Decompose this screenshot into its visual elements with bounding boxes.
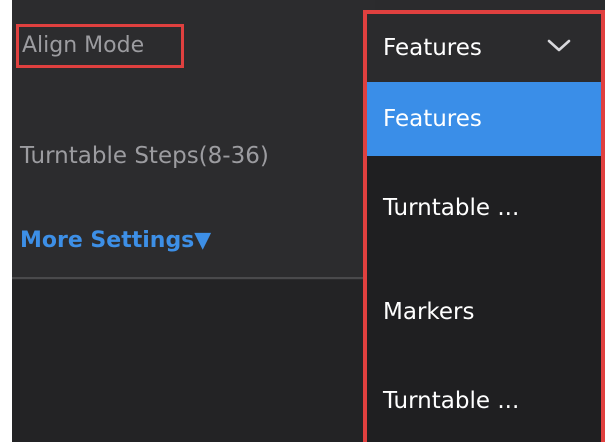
turntable-steps-label: Turntable Steps(8-36) xyxy=(20,143,269,169)
more-settings-link[interactable]: More Settings▼ xyxy=(20,225,211,257)
chevron-down-icon[interactable] xyxy=(547,38,571,54)
option-markers[interactable]: Markers xyxy=(367,275,601,349)
align-mode-dropdown[interactable]: Features Features Turntable ... Markers … xyxy=(363,10,605,442)
option-turntable-1[interactable]: Turntable ... xyxy=(367,171,601,245)
option-features[interactable]: Features xyxy=(367,82,601,156)
settings-area: Align Mode Turntable Steps(8-36) More Se… xyxy=(12,0,375,278)
selected-value: Features xyxy=(383,35,482,61)
align-mode-select[interactable]: Features xyxy=(367,14,601,82)
option-turntable-2[interactable]: Turntable ... xyxy=(367,364,601,438)
align-mode-label: Align Mode xyxy=(16,24,184,68)
lower-area xyxy=(12,280,375,442)
dropdown-options: Features Turntable ... Markers Turntable… xyxy=(367,82,601,442)
divider xyxy=(12,277,375,279)
